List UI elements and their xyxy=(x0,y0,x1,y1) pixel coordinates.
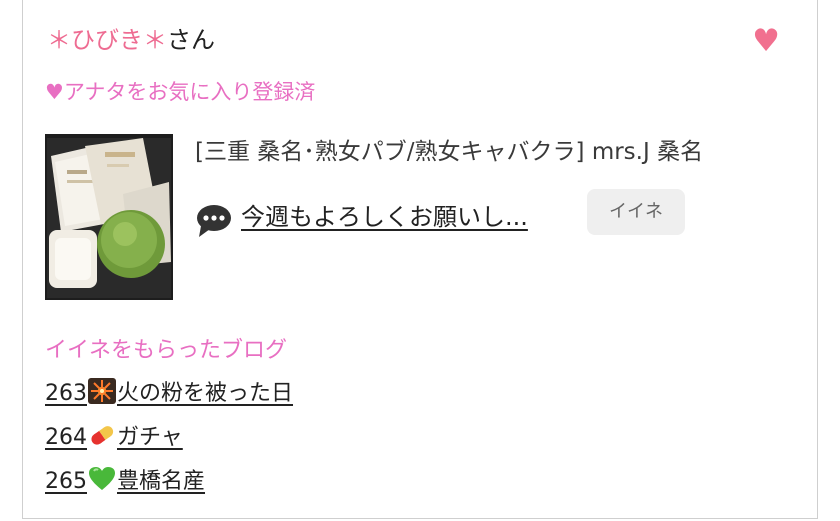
message-preview-link[interactable]: 今週もよろしくお願いし... xyxy=(241,200,528,234)
liked-blogs-heading: イイネをもらったブログ xyxy=(45,338,288,363)
blog-number: 265 xyxy=(45,469,87,494)
profile-thumbnail[interactable] xyxy=(45,134,173,300)
blog-item[interactable]: 264 ガチャ xyxy=(45,420,293,464)
blog-title: 豊橋名産 xyxy=(117,469,206,494)
blog-title: ガチャ xyxy=(117,425,183,450)
green-heart-icon xyxy=(89,467,115,490)
chat-bubble-icon xyxy=(197,205,231,237)
blog-title: 火の粉を被った日 xyxy=(117,381,294,406)
shop-info[interactable]: [三重 桑名･熟女パブ/熟女キャバクラ] mrs.J 桑名 xyxy=(195,136,703,168)
profile-name[interactable]: ＊ひびき＊ xyxy=(47,26,167,54)
iine-button[interactable]: イイネ xyxy=(587,189,685,235)
firework-icon xyxy=(88,378,116,404)
blog-item[interactable]: 263 火の粉を被った日 xyxy=(45,376,293,420)
thumbnail-photo xyxy=(45,134,173,300)
liked-blogs-list: 263 火の粉を被った日 264 ガチャ 265 豊橋名産 xyxy=(45,376,293,508)
favorite-status: ♥アナタをお気に入り登録済 xyxy=(45,80,316,104)
blog-number: 263 xyxy=(45,381,87,406)
name-suffix: さん xyxy=(167,26,215,54)
blog-item[interactable]: 265 豊橋名産 xyxy=(45,464,293,508)
profile-name-row[interactable]: ＊ひびき＊さん xyxy=(47,24,215,56)
pill-icon xyxy=(91,426,114,445)
favorite-heart-icon[interactable]: ♥ xyxy=(751,26,781,57)
favorite-card: ＊ひびき＊さん ♥ ♥アナタをお気に入り登録済 [三重 桑名･熟女パブ/熟女キャ… xyxy=(22,0,818,519)
blog-number: 264 xyxy=(45,425,87,450)
